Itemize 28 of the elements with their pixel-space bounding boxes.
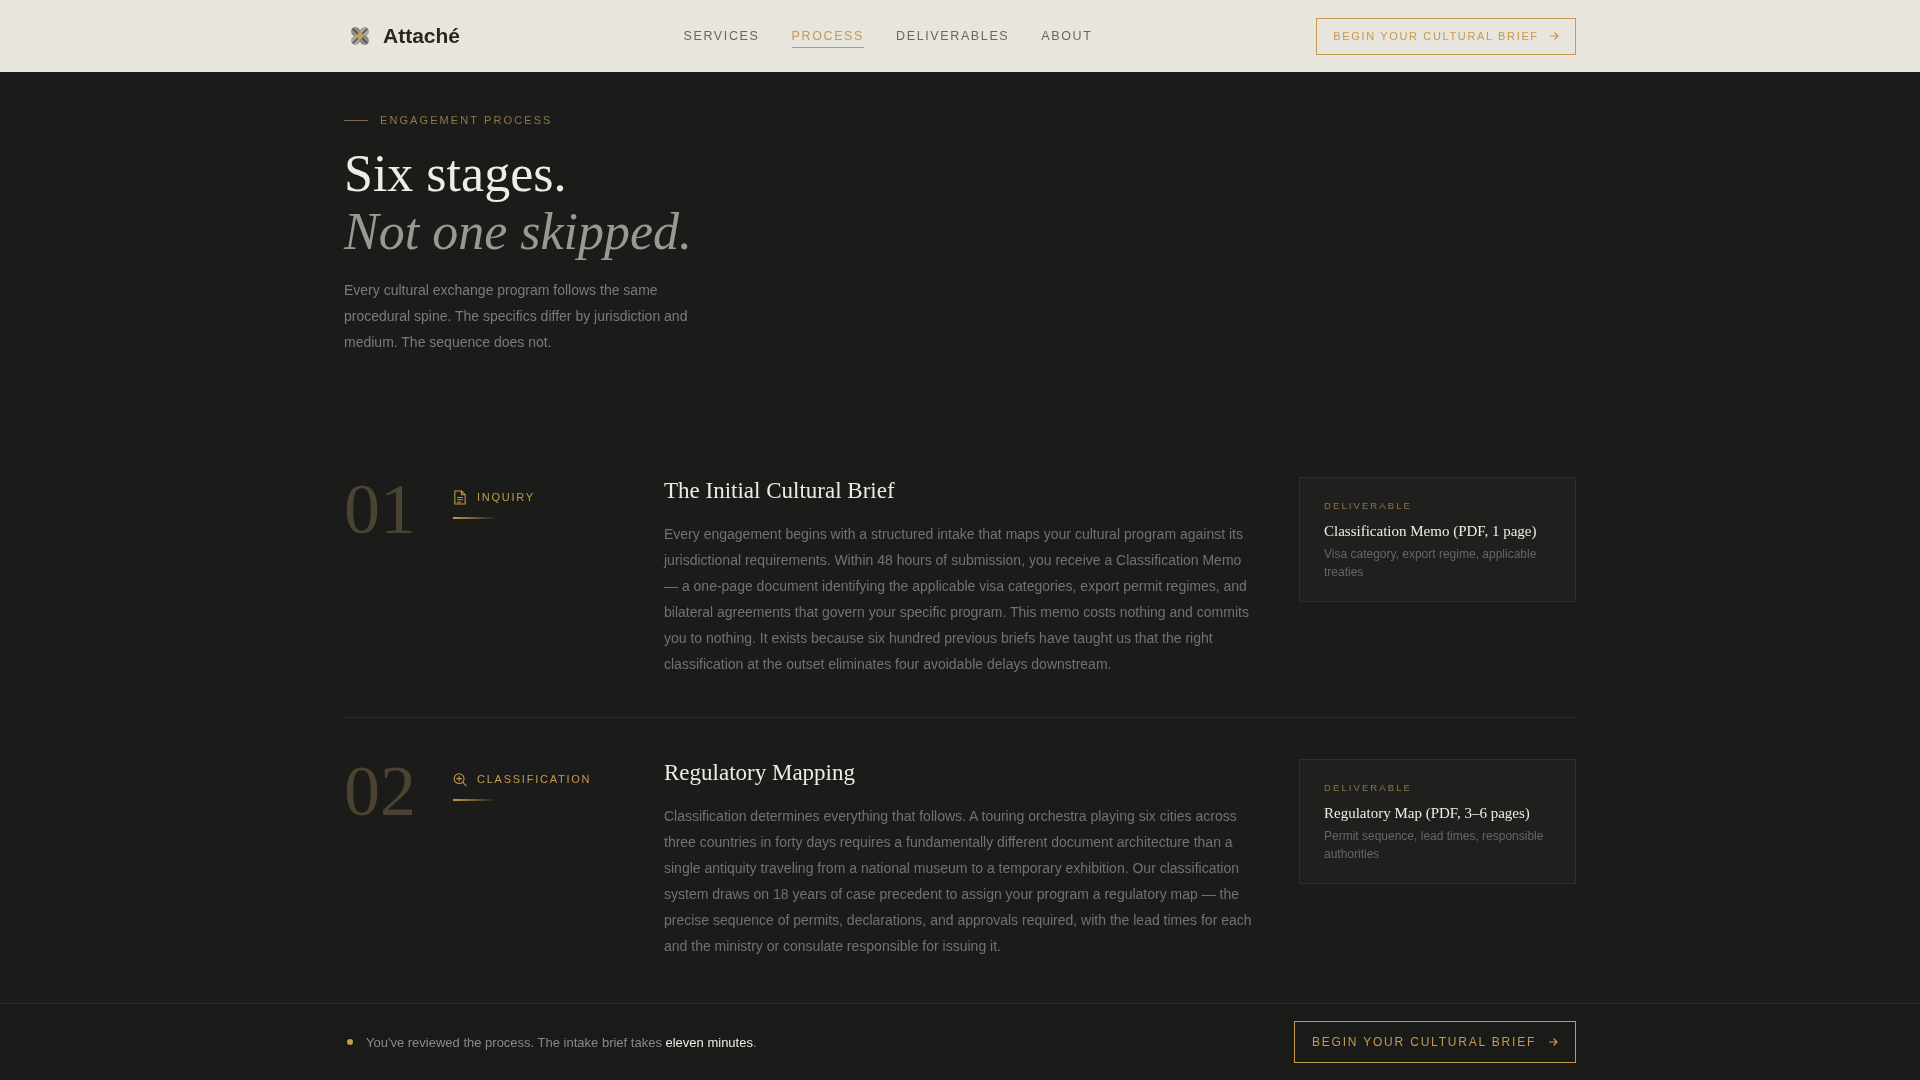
nav-link[interactable]: SERVICES bbox=[683, 24, 760, 48]
hero-subheading: Not one skipped. bbox=[344, 203, 693, 261]
stage-description: Every engagement begins with a structured intake that maps your cultural program against its jurisdictional requirements. Within 48 hours of submission, you receive a Classification Memo — a one-page document identifying the applicable visa categories, export permit regimes, and bilateral agreements that govern your specific program. This memo costs nothing and commits you to nothing. It exists because six hundred previous briefs have taught us that the right classification at the outset eliminates four avoidable delays downstream. bbox=[664, 525, 1250, 674]
deliverable-description: Permit sequence, lead times, responsible authorities bbox=[1324, 828, 1545, 863]
stage-label: INQUIRY bbox=[477, 490, 535, 505]
deliverable-description: Visa category, export regime, applicable treaties bbox=[1324, 546, 1538, 581]
arrow-icon bbox=[1548, 1037, 1559, 1047]
progress-message: You've reviewed the process. The intake brief takes eleven minutes. bbox=[366, 1034, 757, 1050]
hero-heading: Six stages. bbox=[344, 145, 567, 203]
card-eyebrow: DELIVERABLE bbox=[1324, 781, 1413, 795]
intro-paragraph: Every cultural exchange program follows the same procedural spine. The specifics differ by jurisdiction and medium. The sequence does not. bbox=[344, 281, 689, 352]
stage-label: CLASSIFICATION bbox=[477, 772, 592, 787]
nav-link[interactable]: ABOUT bbox=[1041, 24, 1093, 48]
section-eyebrow: ENGAGEMENT PROCESS bbox=[380, 113, 553, 127]
stage-description: Classification determines everything that follows. A touring orchestra playing six cities across three countries in forty days requires a fundamentally different document architecture than a single antiquity traveling from a national museum to a temporary exhibition. Our classification system draws on 18 years of case precedent to assign your program a regulatory map — the precise sequence of permits, declarations, and approvals required, with the lead times for each and the ministry or consulate responsible for issuing it. bbox=[664, 807, 1253, 956]
zoom-in-icon bbox=[453, 771, 467, 787]
card-eyebrow: DELIVERABLE bbox=[1324, 499, 1413, 513]
arrow-icon bbox=[1548, 31, 1559, 41]
dot-icon bbox=[347, 1039, 353, 1045]
brand-name[interactable]: Attaché bbox=[383, 24, 461, 48]
flower-icon bbox=[349, 25, 371, 47]
stage-title: The Initial Cultural Brief bbox=[664, 477, 896, 505]
document-icon bbox=[453, 489, 467, 505]
cta-button[interactable]: BEGIN YOUR CULTURAL BRIEF bbox=[1294, 1021, 1576, 1063]
nav-link[interactable]: DELIVERABLES bbox=[896, 24, 1010, 48]
stage-title: Regulatory Mapping bbox=[664, 759, 856, 787]
deliverable-title: Classification Memo (PDF, 1 page) bbox=[1324, 522, 1538, 541]
deliverable-title: Regulatory Map (PDF, 3–6 pages) bbox=[1324, 804, 1531, 823]
